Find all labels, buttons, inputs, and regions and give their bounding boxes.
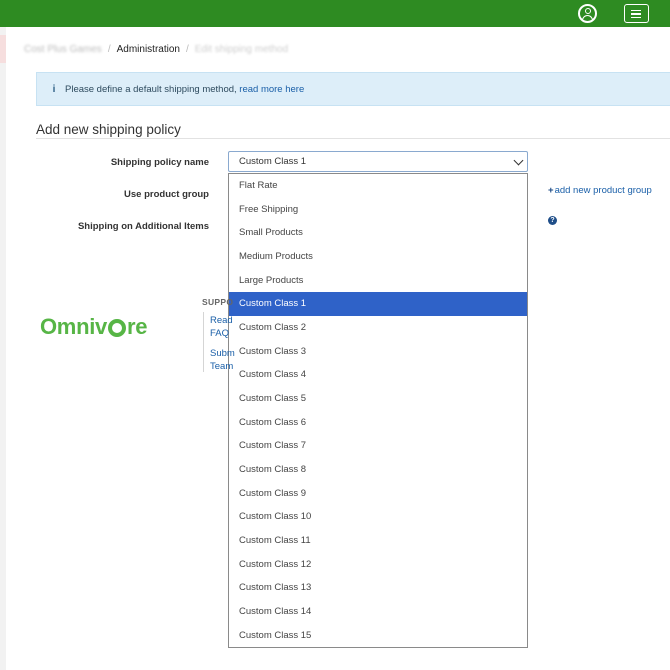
dropdown-option[interactable]: Custom Class 8 bbox=[229, 458, 527, 482]
support-link-submit[interactable]: Subm bbox=[210, 348, 235, 359]
logo-text-left: Omniv bbox=[40, 314, 107, 339]
gear-icon bbox=[107, 319, 126, 337]
user-head-shape bbox=[585, 8, 591, 14]
section-divider bbox=[36, 138, 670, 139]
select-value: Custom Class 1 bbox=[239, 156, 307, 167]
section-title: Add new shipping policy bbox=[36, 122, 181, 137]
add-product-group-link[interactable]: +add new product group bbox=[548, 185, 652, 196]
dropdown-option[interactable]: Custom Class 13 bbox=[229, 576, 527, 600]
support-link-read[interactable]: Read bbox=[210, 315, 233, 326]
breadcrumb-separator: / bbox=[185, 44, 189, 55]
add-group-label: add new product group bbox=[554, 185, 652, 196]
dropdown-option[interactable]: Small Products bbox=[229, 221, 527, 245]
support-divider bbox=[203, 312, 204, 372]
alert-text: Please define a default shipping method, bbox=[65, 83, 237, 95]
dropdown-option[interactable]: Large Products bbox=[229, 269, 527, 293]
support-link-faq[interactable]: FAQ bbox=[210, 328, 229, 339]
breadcrumb-item-current: Edit shipping method bbox=[194, 44, 289, 55]
dropdown-option[interactable]: Custom Class 1 bbox=[229, 292, 527, 317]
dropdown-option[interactable]: Custom Class 2 bbox=[229, 316, 527, 340]
dropdown-option[interactable]: Custom Class 3 bbox=[229, 340, 527, 364]
hamburger-menu-icon[interactable] bbox=[624, 4, 649, 23]
dropdown-option[interactable]: Flat Rate bbox=[229, 174, 527, 198]
omnivore-logo: Omniv re bbox=[40, 314, 147, 340]
dropdown-option[interactable]: Custom Class 12 bbox=[229, 553, 527, 577]
left-background-strip bbox=[0, 27, 6, 670]
dropdown-option[interactable]: Custom Class 11 bbox=[229, 529, 527, 553]
use-product-group-label: Use product group bbox=[124, 189, 209, 200]
logo-text-right: re bbox=[126, 314, 148, 339]
top-navbar bbox=[0, 0, 670, 27]
shipping-policy-select[interactable]: Custom Class 1 bbox=[228, 151, 528, 172]
question-circle-icon[interactable]: ? bbox=[548, 216, 557, 225]
dropdown-option[interactable]: Custom Class 6 bbox=[229, 411, 527, 435]
dropdown-option[interactable]: Custom Class 15 bbox=[229, 624, 527, 648]
breadcrumb-item-home[interactable]: Cost Plus Games bbox=[24, 44, 102, 55]
support-link-team[interactable]: Team bbox=[210, 361, 233, 372]
menu-bar bbox=[631, 16, 641, 18]
dropdown-option[interactable]: Custom Class 9 bbox=[229, 482, 527, 506]
dropdown-option[interactable]: Medium Products bbox=[229, 245, 527, 269]
menu-bar bbox=[631, 13, 641, 15]
info-icon: i bbox=[52, 83, 56, 95]
user-circle-icon[interactable] bbox=[578, 4, 597, 23]
user-body-shape bbox=[582, 15, 593, 21]
dropdown-option[interactable]: Custom Class 10 bbox=[229, 505, 527, 529]
plus-icon: + bbox=[548, 185, 554, 196]
dropdown-option[interactable]: Custom Class 4 bbox=[229, 363, 527, 387]
shipping-additional-items-label: Shipping on Additional Items bbox=[77, 221, 209, 232]
policy-name-label: Shipping policy name bbox=[110, 157, 209, 168]
alert-read-more-link[interactable]: read more here bbox=[239, 84, 304, 95]
breadcrumb-item-administration[interactable]: Administration bbox=[117, 44, 180, 55]
dropdown-option[interactable]: Custom Class 5 bbox=[229, 387, 527, 411]
breadcrumb: Cost Plus Games / Administration / Edit … bbox=[24, 44, 288, 55]
chevron-down-icon bbox=[513, 155, 524, 166]
menu-bar bbox=[631, 9, 641, 11]
support-heading: SUPPO bbox=[202, 297, 234, 307]
info-alert: i Please define a default shipping metho… bbox=[36, 72, 670, 106]
dropdown-option[interactable]: Free Shipping bbox=[229, 198, 527, 222]
left-strip-highlight bbox=[0, 35, 6, 63]
dropdown-option[interactable]: Custom Class 7 bbox=[229, 434, 527, 458]
shipping-policy-dropdown-list: Flat Rate Free Shipping Small Products Medi… bbox=[228, 173, 528, 648]
dropdown-option[interactable]: Custom Class 14 bbox=[229, 600, 527, 624]
breadcrumb-separator: / bbox=[107, 44, 111, 55]
